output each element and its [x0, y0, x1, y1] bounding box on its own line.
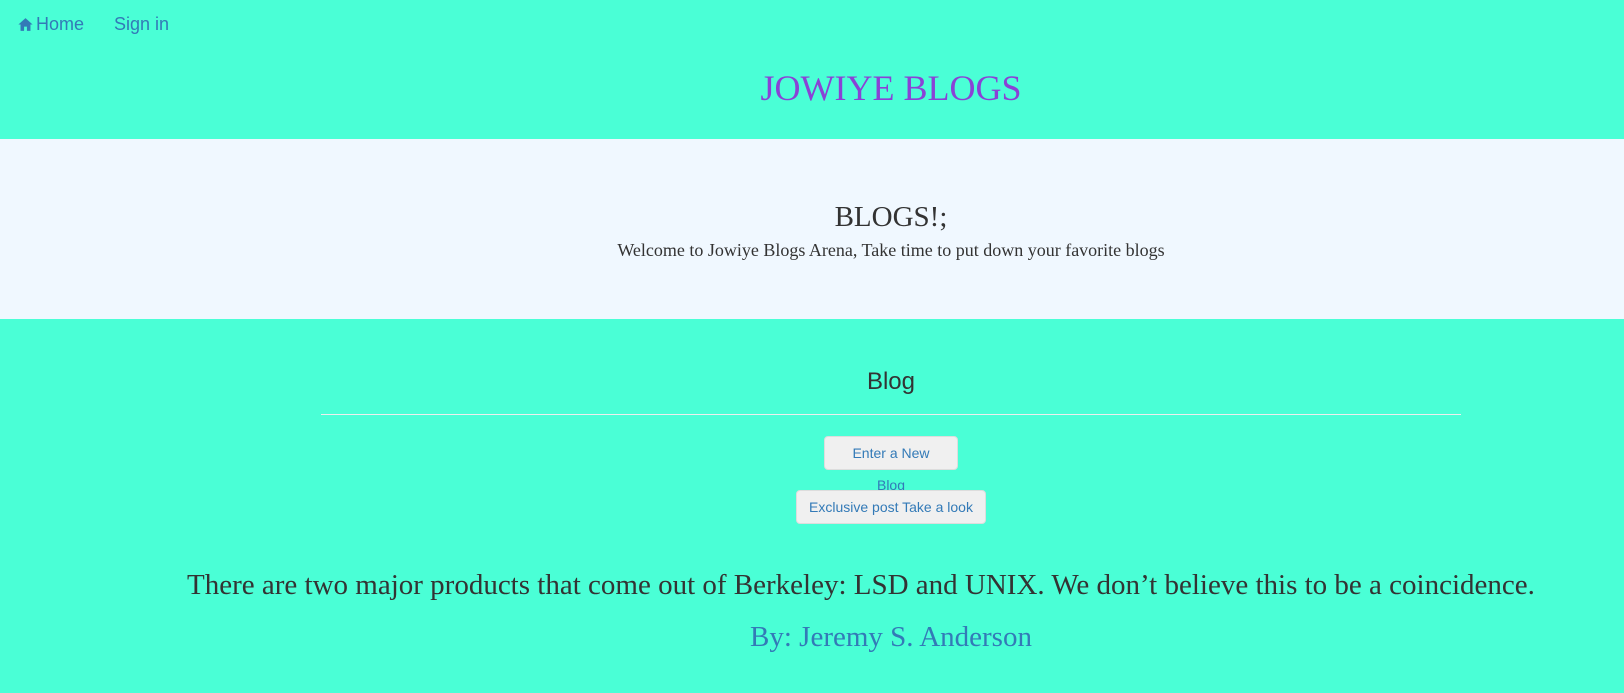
new-blog-button[interactable]: Enter a New Blog	[824, 436, 958, 493]
home-icon	[18, 17, 33, 31]
nav-signin-link[interactable]: Sign in	[114, 13, 169, 35]
top-bar: Home Sign in JOWIYE BLOGS	[0, 0, 1624, 139]
blog-heading: Blog	[866, 368, 916, 395]
hero-subtitle: Welcome to Jowiye Blogs Arena, Take time…	[617, 240, 1165, 260]
exclusive-post-button[interactable]: Exclusive post Take a look	[796, 490, 986, 524]
quote-text: There are two major products that come o…	[187, 569, 1535, 601]
hero-section: BLOGS!; Welcome to Jowiye Blogs Arena, T…	[0, 139, 1624, 319]
nav-home-link[interactable]: Home	[17, 13, 84, 35]
hero-title: BLOGS!;	[834, 201, 948, 233]
nav-home-label: Home	[36, 14, 85, 34]
quote-author: By: Jeremy S. Anderson	[750, 621, 1032, 653]
site-title: JOWIYE BLOGS	[760, 68, 1022, 108]
divider	[321, 414, 1461, 415]
